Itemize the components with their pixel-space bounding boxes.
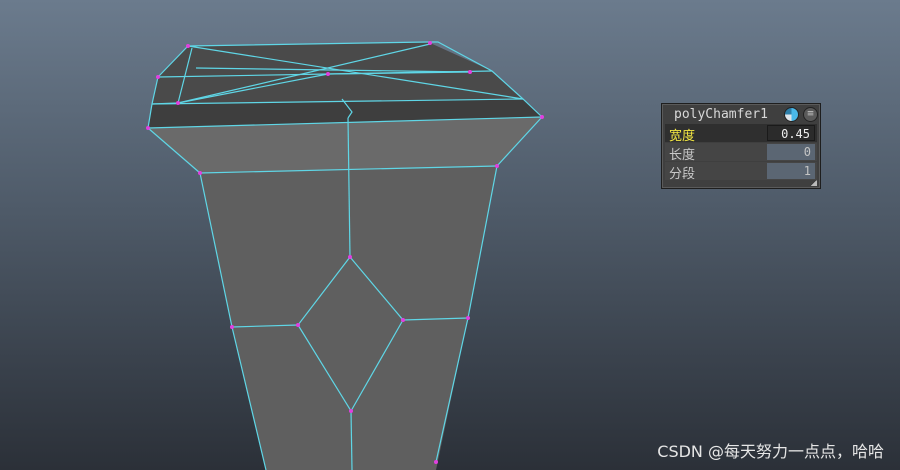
resize-grip-icon[interactable]: [811, 180, 817, 186]
3d-viewport[interactable]: [0, 0, 900, 470]
attribute-editor-icon[interactable]: [784, 107, 799, 122]
length-value-field[interactable]: 0: [767, 144, 815, 160]
segments-value-field[interactable]: 1: [767, 163, 815, 179]
attribute-row-segments[interactable]: 分段 1: [665, 162, 817, 182]
chamfered-mesh[interactable]: [0, 0, 900, 470]
width-value-field[interactable]: 0.45: [767, 125, 815, 141]
panel-title: polyChamfer1: [674, 107, 768, 122]
menu-icon[interactable]: ≡: [803, 107, 818, 122]
attribute-label: 分段: [669, 167, 696, 182]
poly-chamfer-panel[interactable]: polyChamfer1 ≡ 宽度 0.45 长度 0 分段 1: [661, 103, 821, 189]
attribute-label: 宽度: [669, 129, 696, 144]
attribute-label: 长度: [669, 148, 696, 163]
attribute-row-width[interactable]: 宽度 0.45: [665, 124, 817, 144]
attribute-row-length[interactable]: 长度 0: [665, 143, 817, 163]
watermark: CSDN @每天努力一点点，哈哈: [657, 442, 884, 461]
